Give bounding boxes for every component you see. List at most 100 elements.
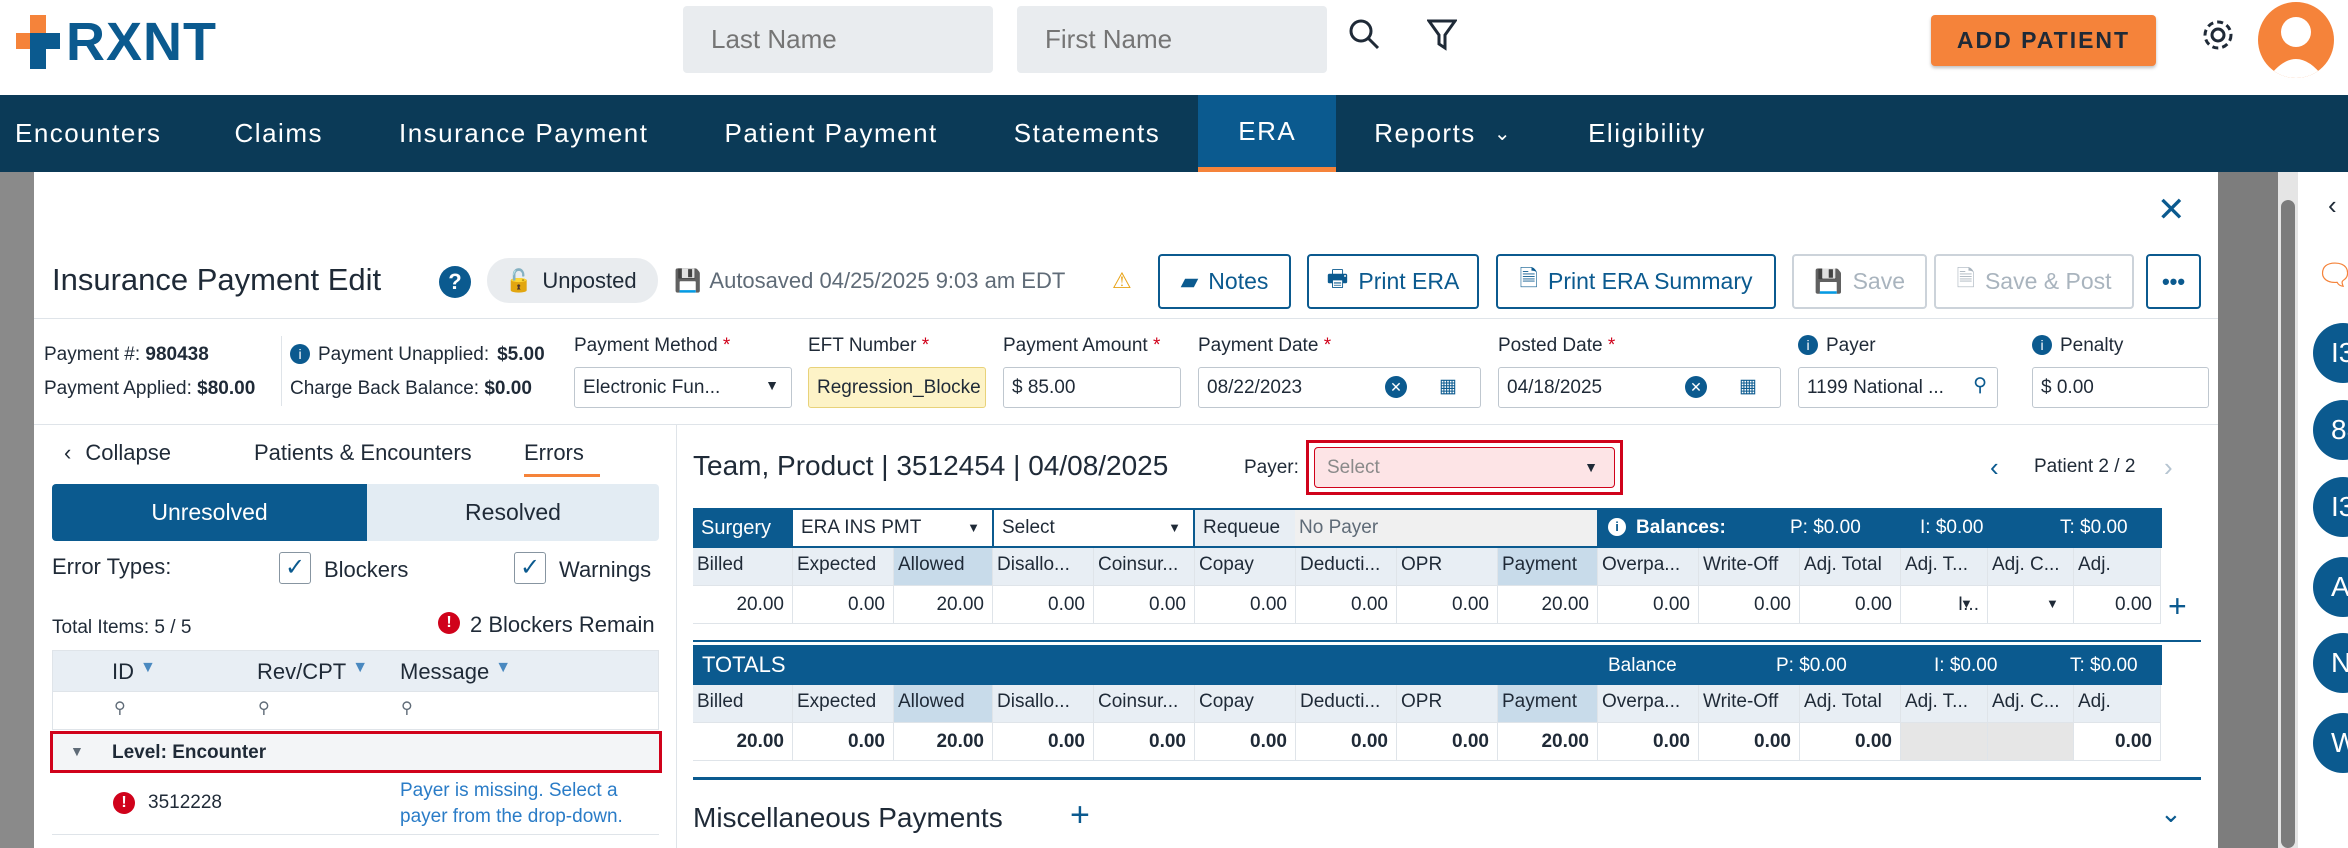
line-value-cell[interactable]: 0.00 [1296, 586, 1397, 624]
column-message[interactable]: Message ▼ [400, 659, 511, 685]
line-value-cell[interactable]: 20.00 [693, 586, 793, 624]
filter-icon[interactable]: ▼ [140, 659, 156, 685]
line-value-cell[interactable]: 20.00 [1498, 586, 1598, 624]
last-name-input[interactable] [683, 6, 993, 73]
column-header: Billed [693, 685, 793, 723]
payment-type-select[interactable]: ERA INS PMT ▼ [793, 510, 992, 546]
nav-reports[interactable]: Reports ⌄ [1336, 95, 1520, 172]
nav-statements[interactable]: Statements [996, 95, 1179, 172]
help-icon[interactable]: ? [439, 266, 471, 298]
resolved-toggle[interactable]: Resolved [367, 484, 659, 541]
nav-patient-payment[interactable]: Patient Payment [707, 95, 956, 172]
error-message-line-2[interactable]: payer from the drop-down. [400, 806, 623, 828]
column-rev-cpt[interactable]: Rev/CPT ▼ [257, 659, 368, 685]
status-badge: 🔓 Unposted [487, 258, 658, 303]
notes-button[interactable]: ▰ Notes [1158, 254, 1291, 309]
totals-p: P: $0.00 [1776, 655, 1847, 676]
search-icon[interactable]: ⚲ [1973, 374, 1987, 397]
balances-label: Balances: [1636, 517, 1726, 538]
total-value-cell: 0.00 [1800, 723, 1901, 761]
add-misc-icon[interactable]: + [1070, 796, 1090, 835]
unresolved-toggle[interactable]: Unresolved [52, 484, 367, 541]
line-value-cell[interactable]: 0.00 [1195, 586, 1296, 624]
filter-icon[interactable]: ▼ [352, 659, 368, 685]
chevron-right-icon[interactable]: › [2164, 452, 2173, 483]
error-types-label: Error Types: [52, 554, 172, 579]
posted-date-input[interactable]: 04/18/2025 ✕ ▦ [1498, 367, 1781, 408]
caret-down-icon[interactable]: ▼ [70, 743, 84, 759]
clear-icon[interactable]: ✕ [1685, 376, 1707, 398]
eft-number-input[interactable]: Regression_Blocke [808, 367, 986, 408]
filter-icon[interactable]: ▼ [495, 659, 511, 685]
total-value-cell: 20.00 [693, 723, 793, 761]
search-icon[interactable]: ⚲ [114, 698, 126, 718]
total-value-cell: 0.00 [2074, 723, 2161, 761]
caret-down-icon[interactable]: ▼ [2046, 596, 2059, 611]
chevron-left-icon[interactable]: ‹ [1990, 452, 1999, 483]
warnings-checkbox[interactable]: ✓ [514, 552, 546, 584]
payment-method-select[interactable]: Electronic Fun... ▼ [574, 367, 792, 408]
more-options-button[interactable]: ••• [2146, 254, 2201, 309]
line-value-cell[interactable]: 0.00 [1094, 586, 1195, 624]
user-avatar[interactable] [2258, 2, 2334, 78]
column-header: Coinsur... [1094, 685, 1195, 723]
payment-date-input[interactable]: 08/22/2023 ✕ ▦ [1198, 367, 1481, 408]
first-name-input[interactable] [1017, 6, 1327, 73]
totals-i: I: $0.00 [1934, 655, 1998, 676]
payment-type-value: ERA INS PMT [801, 517, 922, 538]
column-header: Write-Off [1699, 548, 1800, 586]
nav-encounters[interactable]: Encounters [0, 95, 177, 172]
payment-amount-input[interactable]: $ 85.00 [1003, 367, 1181, 408]
nav-eligibility[interactable]: Eligibility [1520, 95, 1724, 172]
column-id[interactable]: ID ▼ [112, 659, 156, 685]
add-line-icon[interactable]: + [2168, 588, 2187, 625]
line-value-cell[interactable]: 0.00 [793, 586, 894, 624]
collapse-button[interactable]: ‹ Collapse [64, 440, 171, 466]
payer-input[interactable]: 1199 National ... ⚲ [1798, 367, 1998, 408]
line-value-cell[interactable] [1988, 586, 2074, 624]
add-patient-button[interactable]: ADD PATIENT [1931, 15, 2156, 66]
rxnt-logo[interactable]: RXNT [16, 12, 217, 72]
line-value-cell[interactable]: 0.00 [1699, 586, 1800, 624]
search-icon[interactable] [1346, 18, 1382, 58]
line-value-cell[interactable]: 0.00 [1598, 586, 1699, 624]
line-value-cell[interactable]: 0.00 [1800, 586, 1901, 624]
tab-errors[interactable]: Errors [524, 440, 600, 477]
total-value-cell: 20.00 [894, 723, 993, 761]
search-icon[interactable]: ⚲ [258, 698, 270, 718]
close-icon[interactable]: ✕ [2157, 190, 2186, 230]
notes-icon: ▰ [1180, 268, 1199, 294]
clear-icon[interactable]: ✕ [1385, 376, 1407, 398]
scrollbar-thumb[interactable] [2281, 200, 2295, 848]
tab-patients-encounters[interactable]: Patients & Encounters [254, 440, 472, 466]
line-value-cell[interactable]: 0.00 [993, 586, 1094, 624]
chat-icon[interactable]: 🗨 [2316, 258, 2348, 293]
calendar-icon[interactable]: ▦ [1739, 375, 1757, 398]
error-message-line-1[interactable]: Payer is missing. Select a [400, 780, 618, 802]
print-era-summary-button[interactable]: 🗎 Print ERA Summary [1496, 254, 1776, 309]
line-value-cell[interactable]: 0.00 [2074, 586, 2161, 624]
nav-era[interactable]: ERA [1198, 95, 1337, 172]
calendar-icon[interactable]: ▦ [1439, 375, 1457, 398]
save-post-button[interactable]: 🗎 Save & Post [1934, 254, 2134, 309]
line-select[interactable]: Select ▼ [994, 510, 1193, 546]
line-value-cell[interactable]: 20.00 [894, 586, 993, 624]
gear-icon[interactable] [2200, 18, 2236, 58]
save-button[interactable]: 💾 Save [1792, 254, 1927, 309]
payer-select[interactable]: Select ▼ [1314, 447, 1615, 488]
line-value-cell[interactable]: I... [1901, 586, 1988, 624]
chevron-down-icon[interactable]: ⌄ [2160, 798, 2182, 829]
print-era-button[interactable]: 🖶 Print ERA [1307, 254, 1479, 309]
rxnt-cross-icon [16, 15, 60, 69]
totals-t: T: $0.00 [2070, 655, 2138, 676]
chevron-left-icon[interactable]: ‹ [2328, 190, 2337, 221]
search-icon[interactable]: ⚲ [401, 698, 413, 718]
penalty-input[interactable]: $ 0.00 [2032, 367, 2209, 408]
group-label: Level: Encounter [112, 742, 267, 763]
blockers-checkbox[interactable]: ✓ [279, 552, 311, 584]
caret-down-icon[interactable]: ▼ [1960, 596, 1973, 611]
nav-insurance-payment[interactable]: Insurance Payment [381, 95, 667, 172]
line-value-cell[interactable]: 0.00 [1397, 586, 1498, 624]
filter-icon[interactable] [1424, 18, 1460, 58]
nav-claims[interactable]: Claims [217, 95, 341, 172]
